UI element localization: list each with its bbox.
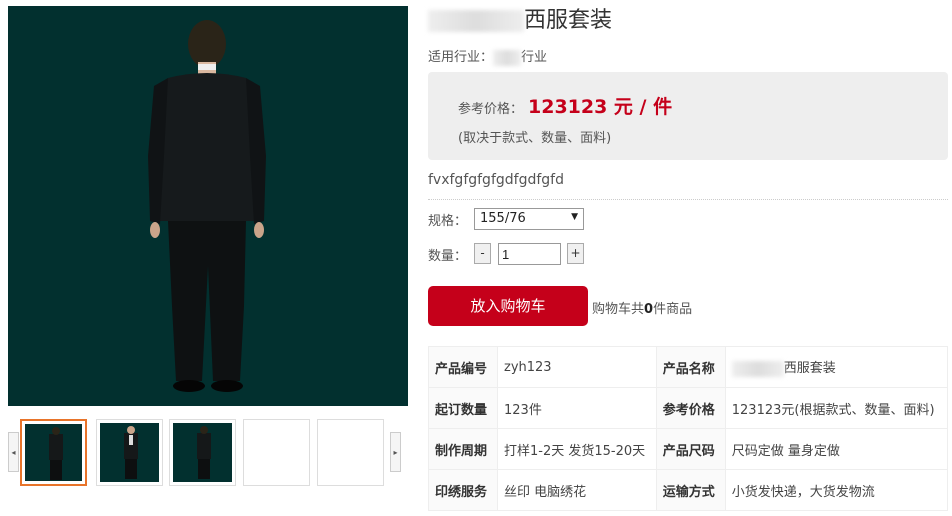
quantity-row: 数量： - + <box>428 243 584 265</box>
spec-value: 123123元(根据款式、数量、面料) <box>724 387 949 429</box>
price-label: 参考价格： <box>458 102 524 117</box>
add-to-cart-button[interactable]: 放入购物车 <box>428 286 588 326</box>
redacted-text <box>428 10 524 32</box>
product-gallery: ◂ ▸ <box>8 6 408 486</box>
table-row: 制作周期 打样1-2天 发货15-20天 产品尺码 尺码定做 量身定做 <box>428 428 949 470</box>
redacted-text <box>493 49 522 66</box>
table-row: 印绣服务 丝印 电脑绣花 运输方式 小货发快递，大货发物流 <box>428 469 949 511</box>
spec-value: 丝印 电脑绣花 <box>497 469 657 511</box>
price-value: 123123 元 / 件 <box>528 96 673 118</box>
chevron-left-icon: ◂ <box>11 447 16 457</box>
redacted-text <box>731 360 784 377</box>
product-title-text: 西服套装 <box>524 8 613 33</box>
spec-key: 印绣服务 <box>428 469 498 511</box>
product-spec-table: 产品编号 zyh123 产品名称 西服套装起订数量 123件 参考价格 123123元(根据… <box>428 346 949 511</box>
spec-row: 规格： 155/76 ▼ <box>428 208 584 230</box>
thumbnail-next-arrow[interactable]: ▸ <box>390 432 401 472</box>
spec-value: zyh123 <box>497 346 657 388</box>
spec-key: 起订数量 <box>428 387 498 429</box>
spec-key: 产品编号 <box>428 346 498 388</box>
product-description: fvxfgfgfgfgdfgdfgfd <box>428 172 564 188</box>
thumbnail-4[interactable] <box>243 419 310 486</box>
spec-key: 产品名称 <box>655 346 726 388</box>
suit-front-thumb-icon <box>124 426 138 479</box>
spec-value: 123件 <box>497 387 657 429</box>
spec-select-value: 155/76 <box>480 211 526 226</box>
spec-value: 西服套装 <box>724 346 949 388</box>
thumbnail-3[interactable] <box>169 419 236 486</box>
main-product-image[interactable] <box>8 6 408 406</box>
thumbnail-1[interactable] <box>20 419 87 486</box>
spec-label: 规格： <box>428 214 468 229</box>
thumbnail-2[interactable] <box>96 419 163 486</box>
cart-summary-prefix: 购物车共 <box>592 302 645 317</box>
spec-value-text: 西服套装 <box>783 361 836 377</box>
spec-value: 小货发快递，大货发物流 <box>724 469 949 511</box>
thumbnail-prev-arrow[interactable]: ◂ <box>8 432 19 472</box>
industry-line: 适用行业： 行业 <box>428 46 547 66</box>
table-row: 起订数量 123件 参考价格 123123元(根据款式、数量、面料) <box>428 387 949 429</box>
spec-key: 运输方式 <box>655 469 726 511</box>
quantity-label: 数量： <box>428 249 468 264</box>
divider <box>428 199 948 200</box>
product-title: 西服套装 <box>428 2 612 34</box>
spec-value: 尺码定做 量身定做 <box>724 428 949 470</box>
industry-value: 行业 <box>521 50 548 65</box>
spec-value: 打样1-2天 发货15-20天 <box>497 428 657 470</box>
table-row: 产品编号 zyh123 产品名称 西服套装 <box>428 346 949 388</box>
quantity-increase-button[interactable]: + <box>567 243 584 264</box>
spec-key: 制作周期 <box>428 428 498 470</box>
suit-back-thumb-icon <box>49 427 63 480</box>
quantity-decrease-button[interactable]: - <box>474 243 491 264</box>
cart-summary-suffix: 件商品 <box>653 302 693 317</box>
industry-label: 适用行业： <box>428 50 494 65</box>
spec-key: 产品尺码 <box>655 428 726 470</box>
spec-key: 参考价格 <box>655 387 726 429</box>
quantity-input[interactable] <box>498 243 561 265</box>
price-note: (取决于款式、数量、面料) <box>458 131 612 146</box>
dropdown-arrow-icon: ▼ <box>571 212 578 222</box>
spec-select[interactable]: 155/76 ▼ <box>474 208 584 230</box>
cart-count: 0 <box>644 302 654 317</box>
suit-figure-image <box>148 20 266 392</box>
cart-summary: 购物车共0件商品 <box>592 298 692 317</box>
price-box: 参考价格： 123123 元 / 件 (取决于款式、数量、面料) <box>428 72 948 160</box>
thumbnail-strip: ◂ ▸ <box>8 412 408 492</box>
chevron-right-icon: ▸ <box>393 447 398 457</box>
thumbnail-5[interactable] <box>317 419 384 486</box>
suit-back-thumb-icon <box>197 426 211 479</box>
